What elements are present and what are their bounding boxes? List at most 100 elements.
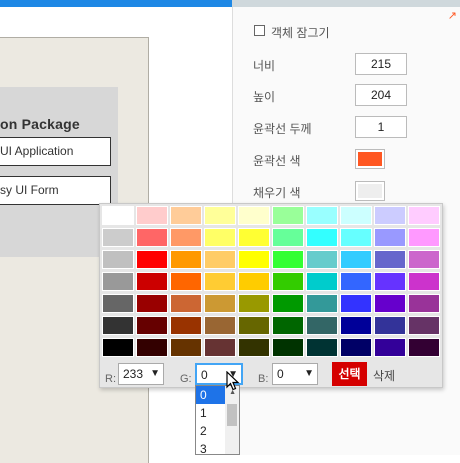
color-swatch[interactable] [408, 294, 440, 313]
package-item-ui-form[interactable]: sy UI Form [0, 176, 111, 205]
color-swatch[interactable] [374, 338, 406, 357]
color-swatch[interactable] [306, 228, 338, 247]
fill-color-label: 채우기 색 [253, 186, 301, 200]
color-swatch[interactable] [238, 316, 270, 335]
delete-color-button[interactable]: 삭제 [373, 367, 395, 384]
border-color-button[interactable] [355, 149, 385, 169]
border-color-swatch [358, 152, 382, 166]
lock-label: 객체 잠그기 [271, 26, 330, 40]
color-swatch[interactable] [272, 206, 304, 225]
fill-color-swatch [358, 184, 382, 198]
color-swatch[interactable] [272, 338, 304, 357]
b-select-value: 0 [277, 367, 284, 381]
select-color-button[interactable]: 선택 [332, 362, 367, 386]
color-swatch[interactable] [272, 272, 304, 291]
color-swatch[interactable] [306, 250, 338, 269]
color-swatch[interactable] [102, 206, 134, 225]
color-swatch[interactable] [204, 316, 236, 335]
color-swatch[interactable] [102, 228, 134, 247]
top-bar-right [232, 0, 460, 7]
color-swatch[interactable] [374, 250, 406, 269]
color-swatch[interactable] [374, 316, 406, 335]
color-swatch[interactable] [102, 250, 134, 269]
color-swatch[interactable] [374, 206, 406, 225]
lock-checkbox[interactable] [254, 25, 265, 36]
color-swatch[interactable] [408, 228, 440, 247]
r-label: R: [105, 373, 116, 385]
color-swatch[interactable] [102, 294, 134, 313]
color-swatch[interactable] [136, 338, 168, 357]
color-swatch[interactable] [204, 338, 236, 357]
expand-arrow-icon[interactable]: ↗ [448, 9, 457, 22]
color-swatch[interactable] [408, 316, 440, 335]
color-swatch[interactable] [340, 206, 372, 225]
color-swatch[interactable] [102, 316, 134, 335]
color-swatch[interactable] [170, 294, 202, 313]
width-input[interactable]: 215 [355, 53, 407, 75]
color-swatch[interactable] [238, 206, 270, 225]
fill-color-button[interactable] [355, 181, 385, 201]
r-select-value: 233 [123, 367, 144, 381]
color-swatch[interactable] [238, 294, 270, 313]
b-select[interactable]: 0 ▼ [272, 363, 318, 385]
color-swatch[interactable] [204, 228, 236, 247]
color-swatch[interactable] [204, 250, 236, 269]
color-swatch[interactable] [102, 272, 134, 291]
color-swatch[interactable] [238, 228, 270, 247]
color-swatch[interactable] [136, 206, 168, 225]
color-swatch[interactable] [306, 272, 338, 291]
color-swatch[interactable] [408, 250, 440, 269]
g-label: G: [180, 373, 192, 385]
color-swatch[interactable] [238, 250, 270, 269]
width-label: 너비 [253, 59, 276, 73]
color-swatch[interactable] [136, 250, 168, 269]
color-swatch[interactable] [204, 272, 236, 291]
color-swatch[interactable] [136, 316, 168, 335]
height-input[interactable]: 204 [355, 84, 407, 106]
g-select-dropdown[interactable]: 0 1 2 3 ▲ [195, 385, 240, 455]
color-swatch[interactable] [272, 316, 304, 335]
color-swatch[interactable] [238, 272, 270, 291]
color-swatch[interactable] [272, 228, 304, 247]
r-select[interactable]: 233 ▼ [118, 363, 164, 385]
color-swatch[interactable] [340, 250, 372, 269]
color-swatch[interactable] [340, 338, 372, 357]
color-swatch[interactable] [306, 316, 338, 335]
color-swatch[interactable] [374, 228, 406, 247]
color-swatch[interactable] [170, 206, 202, 225]
color-swatch[interactable] [136, 294, 168, 313]
color-swatch[interactable] [136, 272, 168, 291]
color-swatch[interactable] [340, 294, 372, 313]
color-swatch[interactable] [204, 206, 236, 225]
dropdown-scrollbar[interactable]: ▲ [225, 386, 239, 454]
scrollbar-thumb[interactable] [227, 404, 237, 426]
color-swatch[interactable] [374, 272, 406, 291]
package-item-ui-application[interactable]: UI Application [0, 137, 111, 166]
b-label: B: [258, 373, 269, 385]
color-swatch[interactable] [340, 316, 372, 335]
color-swatch[interactable] [238, 338, 270, 357]
color-swatch[interactable] [340, 228, 372, 247]
color-swatch[interactable] [272, 294, 304, 313]
package-title: on Package [0, 116, 80, 132]
color-swatch[interactable] [170, 338, 202, 357]
color-picker-popup: R: 233 ▼ G: 0 ▼ B: 0 ▼ 선택 삭제 [99, 203, 443, 388]
color-swatch[interactable] [102, 338, 134, 357]
color-swatch[interactable] [170, 250, 202, 269]
color-swatch[interactable] [408, 272, 440, 291]
color-swatch[interactable] [272, 250, 304, 269]
color-swatch[interactable] [170, 316, 202, 335]
color-swatch[interactable] [170, 272, 202, 291]
color-swatch[interactable] [306, 206, 338, 225]
color-swatch[interactable] [306, 294, 338, 313]
chevron-down-icon: ▼ [304, 368, 314, 379]
border-width-input[interactable]: 1 [355, 116, 407, 138]
color-swatch[interactable] [170, 228, 202, 247]
color-swatch[interactable] [136, 228, 168, 247]
color-swatch[interactable] [306, 338, 338, 357]
color-swatch[interactable] [204, 294, 236, 313]
color-swatch[interactable] [374, 294, 406, 313]
color-swatch[interactable] [408, 206, 440, 225]
color-swatch[interactable] [408, 338, 440, 357]
color-swatch[interactable] [340, 272, 372, 291]
